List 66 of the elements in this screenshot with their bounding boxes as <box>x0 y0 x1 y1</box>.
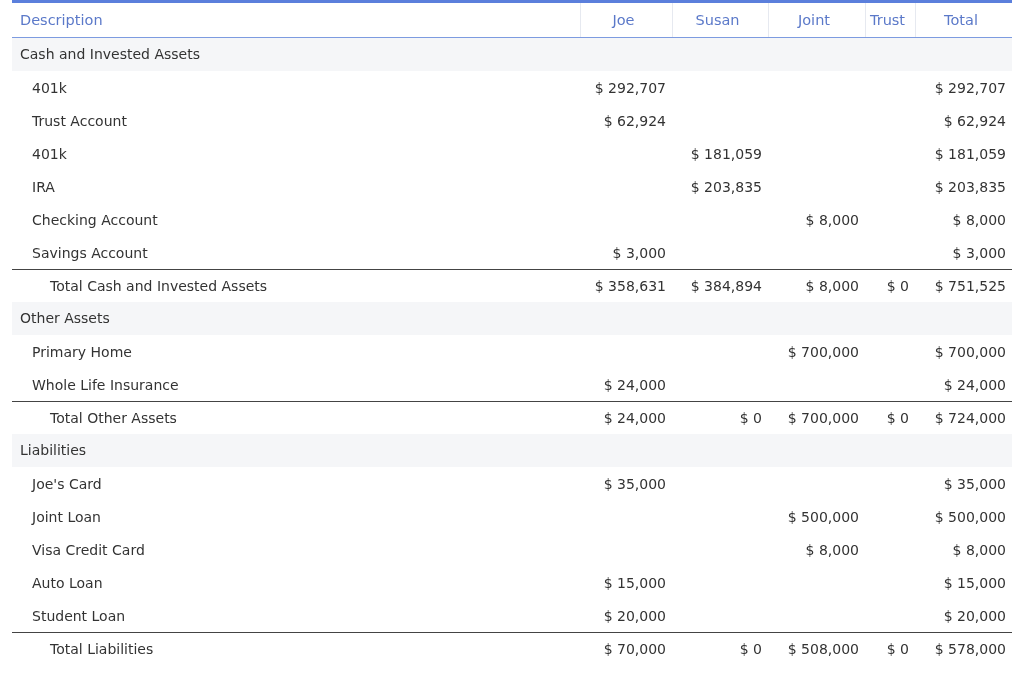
table-cell-text: $ 181,059 <box>689 145 763 162</box>
row-label: Whole Life Insurance <box>31 376 180 393</box>
column-header: Susan <box>672 3 768 37</box>
table-cell-text: $ 35,000 <box>602 475 667 492</box>
table-cell-text: $ 15,000 <box>942 574 1007 591</box>
table-cell-text: $ 578,000 <box>933 641 1007 657</box>
table-cell-text: $ 384,894 <box>689 278 763 294</box>
table-cell-text: $ 8,000 <box>804 278 860 294</box>
table-cell-text: $ 62,924 <box>602 112 667 129</box>
table-cell-text: $ 358,631 <box>593 278 667 294</box>
table-cell-text: $ 8,000 <box>951 541 1007 558</box>
table-cell-text: $ 62,924 <box>942 112 1007 129</box>
total-label: Total Cash and Invested Assets <box>49 278 269 294</box>
table-cell-text: $ 8,000 <box>804 211 860 228</box>
table-cell-text: $ 24,000 <box>602 376 667 393</box>
row-label: IRA <box>31 178 56 195</box>
total-label: Total Other Assets <box>49 410 178 426</box>
table-cell-text: $ 700,000 <box>786 410 860 426</box>
table-cell-text: $ 0 <box>885 278 910 294</box>
row-label: Visa Credit Card <box>31 541 146 558</box>
table-cell-text: $ 24,000 <box>602 410 667 426</box>
table-cell-text: $ 724,000 <box>933 410 1007 426</box>
row-label: Trust Account <box>31 112 128 129</box>
table-cell-text: $ 500,000 <box>786 508 860 525</box>
row-label: Student Loan <box>31 607 127 624</box>
table-cell-text: $ 8,000 <box>951 211 1007 228</box>
table-cell-text: $ 0 <box>738 410 763 426</box>
section-heading: Other Assets <box>19 309 111 328</box>
section-heading: Cash and Invested Assets <box>19 45 201 64</box>
row-label: 401k <box>31 79 68 96</box>
table-cell-text: $ 181,059 <box>933 145 1007 162</box>
row-label: Checking Account <box>31 211 159 228</box>
table-cell-text: $ 700,000 <box>786 343 860 360</box>
table-cell-text: $ 500,000 <box>933 508 1007 525</box>
table-cell-text: $ 0 <box>738 641 763 657</box>
table-cell-text: $ 203,835 <box>689 178 763 195</box>
table-cell-text: $ 0 <box>885 641 910 657</box>
column-header: Total <box>915 3 1012 37</box>
table-cell-text: $ 700,000 <box>933 343 1007 360</box>
row-label: 401k <box>31 145 68 162</box>
column-header: Joe <box>580 3 672 37</box>
table-cell-text: $ 508,000 <box>786 641 860 657</box>
table-cell-text: $ 70,000 <box>602 641 667 657</box>
table-cell-text: $ 20,000 <box>942 607 1007 624</box>
row-label: Primary Home <box>31 343 133 360</box>
table-cell-text: $ 203,835 <box>933 178 1007 195</box>
table-cell-text: $ 292,707 <box>593 79 667 96</box>
table-cell-text: $ 751,525 <box>933 278 1007 294</box>
table-cell-text: $ 3,000 <box>611 244 667 261</box>
table-cell-text: $ 20,000 <box>602 607 667 624</box>
table-cell-text: $ 8,000 <box>804 541 860 558</box>
row-label: Auto Loan <box>31 574 104 591</box>
total-label: Total Liabilities <box>49 641 155 657</box>
column-header: Trust <box>865 3 915 37</box>
table-cell-text: $ 0 <box>885 410 910 426</box>
row-label: Joe's Card <box>30 475 103 492</box>
table-cell-text: $ 15,000 <box>602 574 667 591</box>
table-cell-text: $ 3,000 <box>951 244 1007 261</box>
row-label: Joint Loan <box>30 508 102 525</box>
column-header: Joint <box>768 3 865 37</box>
column-header: Description <box>19 12 104 28</box>
row-label: Savings Account <box>31 244 149 261</box>
table-cell-text: $ 292,707 <box>933 79 1007 96</box>
section-heading: Liabilities <box>19 441 88 460</box>
table-cell-text: $ 35,000 <box>942 475 1007 492</box>
table-cell-text: $ 24,000 <box>942 376 1007 393</box>
